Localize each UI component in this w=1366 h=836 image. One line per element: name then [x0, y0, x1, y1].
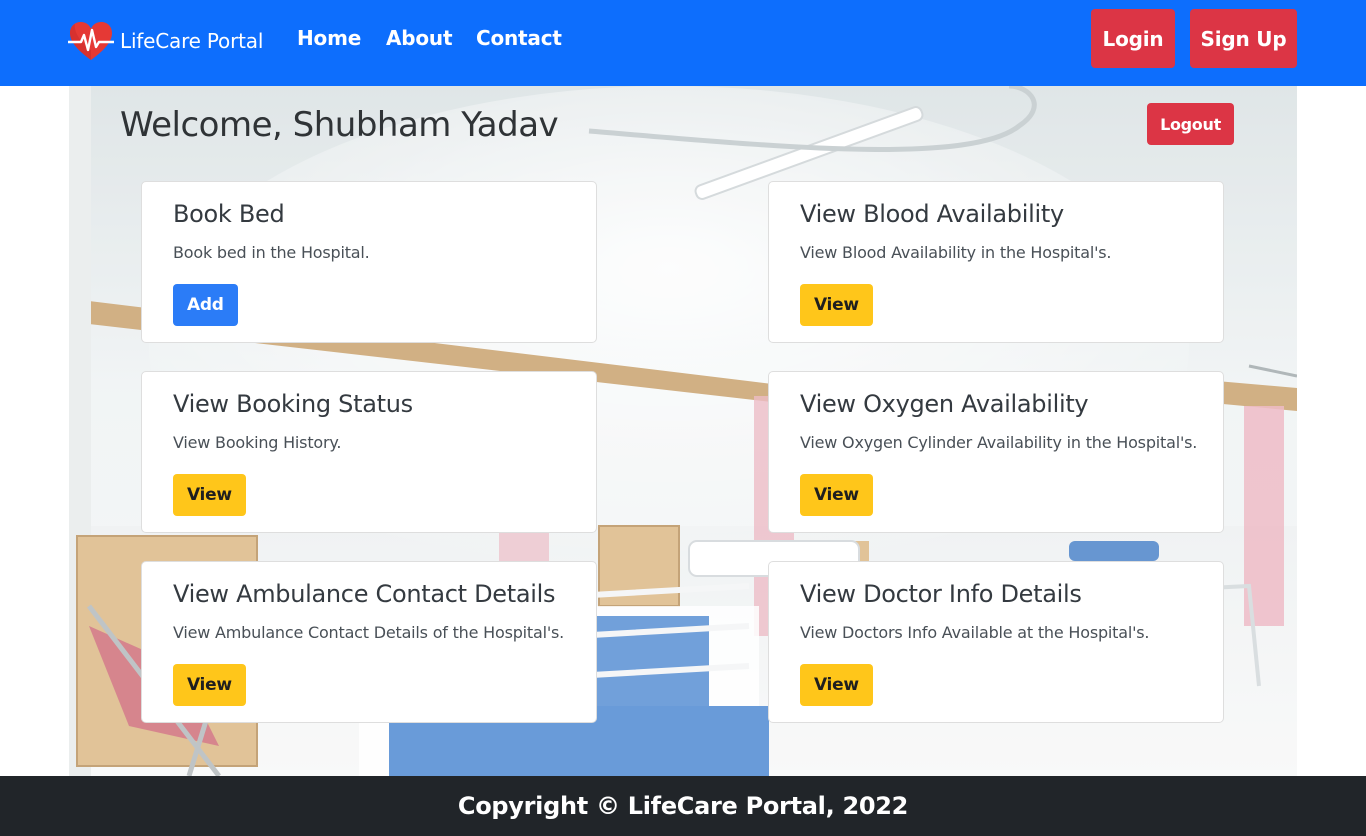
card-ambulance-contact: View Ambulance Contact Details View Ambu…: [141, 561, 597, 723]
brand-link[interactable]: LifeCare Portal: [68, 20, 263, 62]
add-bed-button[interactable]: Add: [173, 284, 238, 326]
footer: Copyright © LifeCare Portal, 2022: [0, 776, 1366, 836]
card-booking-status: View Booking Status View Booking History…: [141, 371, 597, 533]
card-text: View Doctors Info Available at the Hospi…: [800, 623, 1150, 642]
card-text: View Oxygen Cylinder Availability in the…: [800, 433, 1198, 452]
card-blood-availability: View Blood Availability View Blood Avail…: [768, 181, 1224, 343]
view-blood-button[interactable]: View: [800, 284, 873, 326]
brand-name: LifeCare Portal: [120, 29, 264, 53]
card-oxygen-availability: View Oxygen Availability View Oxygen Cyl…: [768, 371, 1224, 533]
nav-home[interactable]: Home: [297, 26, 361, 50]
card-title: View Ambulance Contact Details: [173, 580, 556, 608]
card-title: View Oxygen Availability: [800, 390, 1089, 418]
view-doctor-button[interactable]: View: [800, 664, 873, 706]
card-text: Book bed in the Hospital.: [173, 243, 370, 262]
card-title: Book Bed: [173, 200, 285, 228]
logout-button[interactable]: Logout: [1147, 103, 1234, 145]
card-text: View Booking History.: [173, 433, 342, 452]
heart-pulse-icon: [68, 22, 114, 60]
navbar: LifeCare Portal Home About Contact Login…: [0, 0, 1366, 86]
view-oxygen-button[interactable]: View: [800, 474, 873, 516]
nav-about[interactable]: About: [386, 26, 453, 50]
nav-contact[interactable]: Contact: [476, 26, 562, 50]
view-ambulance-button[interactable]: View: [173, 664, 246, 706]
view-booking-button[interactable]: View: [173, 474, 246, 516]
card-title: View Doctor Info Details: [800, 580, 1082, 608]
dashboard-hero: Welcome, Shubham Yadav Logout Book Bed B…: [69, 86, 1297, 776]
card-title: View Blood Availability: [800, 200, 1064, 228]
card-book-bed: Book Bed Book bed in the Hospital. Add: [141, 181, 597, 343]
card-text: View Ambulance Contact Details of the Ho…: [173, 623, 565, 642]
welcome-heading: Welcome, Shubham Yadav: [120, 105, 559, 145]
login-button[interactable]: Login: [1091, 9, 1175, 68]
card-title: View Booking Status: [173, 390, 413, 418]
card-doctor-info: View Doctor Info Details View Doctors In…: [768, 561, 1224, 723]
card-text: View Blood Availability in the Hospital'…: [800, 243, 1112, 262]
footer-copyright: Copyright © LifeCare Portal, 2022: [457, 792, 909, 820]
signup-button[interactable]: Sign Up: [1190, 9, 1297, 68]
